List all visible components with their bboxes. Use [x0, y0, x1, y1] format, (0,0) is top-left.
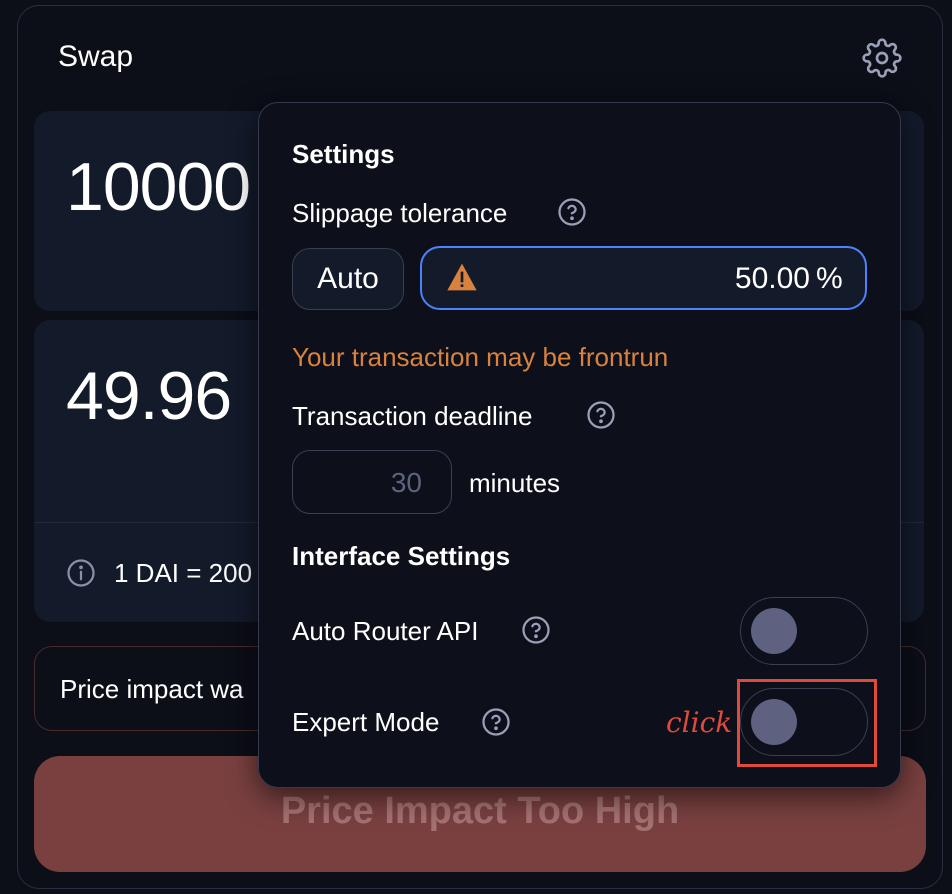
swap-title: Swap	[58, 40, 134, 73]
frontrun-warning: Your transaction may be frontrun	[292, 342, 669, 372]
exchange-rate[interactable]: 1 DAI = 200	[114, 558, 252, 589]
deadline-unit: minutes	[469, 468, 561, 498]
expert-mode-label: Expert Mode	[292, 707, 440, 737]
toggle-knob	[751, 608, 797, 654]
output-amount[interactable]: 49.96	[66, 357, 232, 435]
auto-router-label: Auto Router API	[292, 616, 479, 646]
deadline-label: Transaction deadline	[292, 401, 533, 431]
question-circle-icon[interactable]	[521, 615, 551, 645]
settings-title: Settings	[292, 139, 395, 169]
click-annotation-box	[737, 679, 877, 767]
auto-router-toggle[interactable]	[740, 597, 868, 665]
alert-triangle-icon	[447, 263, 477, 291]
input-amount[interactable]: 10000	[66, 148, 251, 226]
slippage-value[interactable]: 50.00	[700, 262, 810, 296]
question-circle-icon[interactable]	[557, 197, 587, 227]
interface-settings-title: Interface Settings	[292, 541, 511, 571]
info-icon	[67, 559, 95, 587]
click-annotation-label: click	[666, 706, 733, 739]
swap-button-label: Price Impact Too High	[280, 790, 680, 832]
question-circle-icon[interactable]	[586, 400, 616, 430]
slippage-label: Slippage tolerance	[292, 198, 508, 228]
gear-icon[interactable]	[862, 38, 902, 78]
slippage-unit: %	[816, 262, 843, 295]
auto-slippage-button[interactable]: Auto	[292, 248, 404, 310]
deadline-value[interactable]: 30	[292, 467, 422, 499]
question-circle-icon[interactable]	[481, 707, 511, 737]
price-impact-text: Price impact wa	[60, 674, 244, 704]
